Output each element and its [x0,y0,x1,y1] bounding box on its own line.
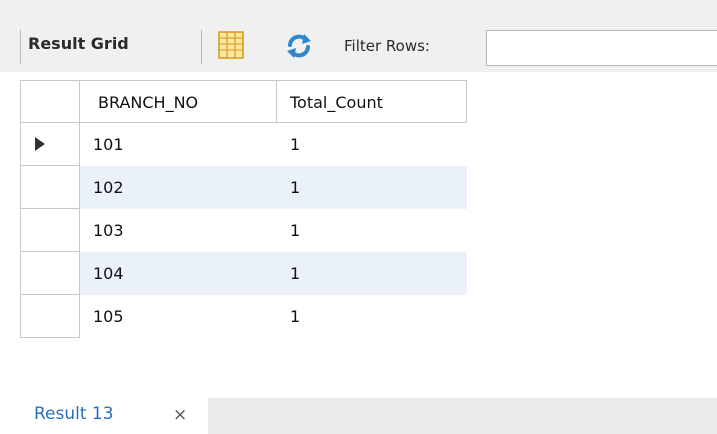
row-indicator[interactable] [20,123,80,166]
grid-header-row: BRANCH_NO Total_Count [20,80,467,123]
table-row[interactable]: 101 1 [20,123,467,166]
result-panel: Result Grid Filter Rows: BRANCH_NO Total… [0,0,717,434]
cell-total-count[interactable]: 1 [277,166,467,209]
tab-label[interactable]: Result 13 [34,404,114,424]
row-indicator[interactable] [20,252,80,295]
result-tab-bar: Result 13 × [0,392,717,434]
column-header-branch-no[interactable]: BRANCH_NO [80,80,277,123]
row-indicator[interactable] [20,295,80,338]
cell-total-count[interactable]: 1 [277,209,467,252]
current-row-arrow-icon [35,137,45,151]
cell-branch-no[interactable]: 101 [80,123,277,166]
grid-view-icon[interactable] [218,31,244,59]
cell-total-count[interactable]: 1 [277,252,467,295]
table-row[interactable]: 104 1 [20,252,467,295]
result-toolbar: Result Grid Filter Rows: [0,0,717,72]
table-row[interactable]: 102 1 [20,166,467,209]
cell-branch-no[interactable]: 102 [80,166,277,209]
column-header-total-count[interactable]: Total_Count [277,80,467,123]
tab-result-13[interactable]: Result 13 × [0,392,208,434]
close-icon[interactable]: × [173,405,187,425]
tab-bar-background [208,398,717,434]
row-indicator[interactable] [20,166,80,209]
toolbar-separator [20,30,21,64]
row-indicator[interactable] [20,209,80,252]
table-row[interactable]: 105 1 [20,295,467,338]
refresh-icon[interactable] [284,32,314,60]
filter-rows-label: Filter Rows: [344,37,430,55]
cell-total-count[interactable]: 1 [277,123,467,166]
cell-branch-no[interactable]: 103 [80,209,277,252]
row-indicator-header [20,80,80,123]
result-grid-button[interactable]: Result Grid [28,34,129,53]
filter-rows-input[interactable] [486,30,717,66]
cell-branch-no[interactable]: 104 [80,252,277,295]
cell-branch-no[interactable]: 105 [80,295,277,338]
table-row[interactable]: 103 1 [20,209,467,252]
cell-total-count[interactable]: 1 [277,295,467,338]
toolbar-separator [201,30,202,64]
